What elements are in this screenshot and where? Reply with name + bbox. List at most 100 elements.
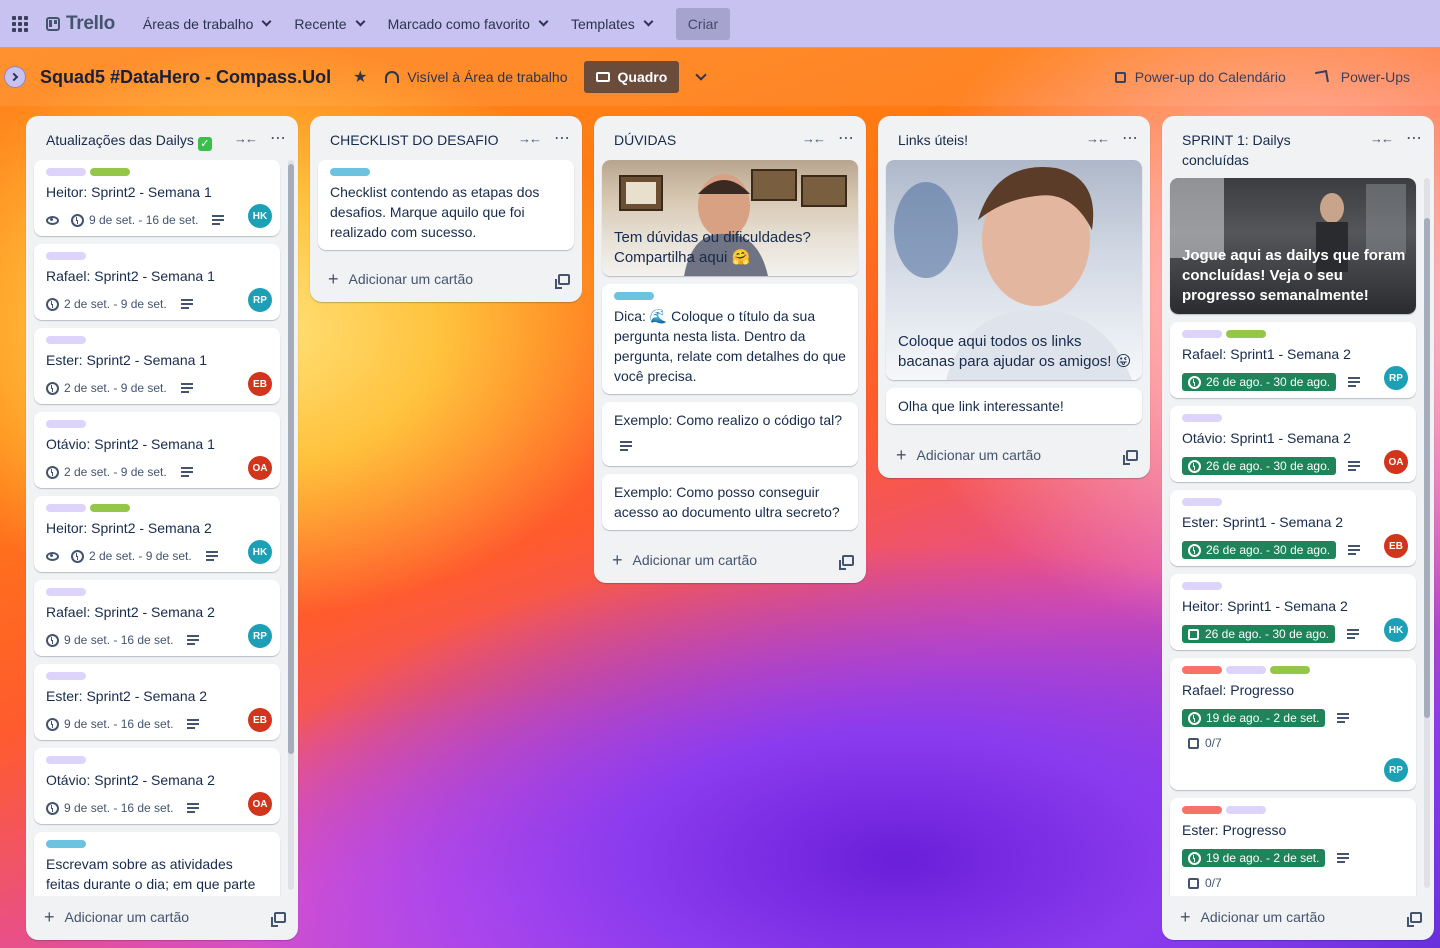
card[interactable]: Ester: Progresso 19 de ago. - 2 de set. … xyxy=(1170,798,1416,896)
collapse-icon[interactable]: →← xyxy=(1086,131,1110,146)
avatar[interactable]: HK xyxy=(248,204,272,228)
card[interactable]: Otávio: Sprint2 - Semana 1 2 de set. - 9… xyxy=(34,412,280,488)
cover-image: Jogue aqui as dailys que foram concluída… xyxy=(1170,178,1416,314)
list-title[interactable]: SPRINT 1: Dailys concluídas xyxy=(1182,130,1362,170)
avatar[interactable]: OA xyxy=(1384,450,1408,474)
card-template-icon[interactable] xyxy=(839,554,854,570)
templates-menu[interactable]: Templates xyxy=(559,8,664,40)
collapse-icon[interactable]: →← xyxy=(518,131,542,146)
label-purple xyxy=(46,168,86,176)
card[interactable]: Dica: 🌊 Coloque o título da sua pergunta… xyxy=(602,284,858,394)
calendar-powerup-button[interactable]: Power-up do Calendário xyxy=(1114,69,1286,85)
label-purple xyxy=(46,504,86,512)
add-card-button[interactable]: Adicionar um cartão xyxy=(65,909,274,925)
more-icon[interactable]: ⋯ xyxy=(270,130,286,148)
clock-icon xyxy=(46,717,59,731)
more-icon[interactable]: ⋯ xyxy=(554,130,570,148)
plus-icon: + xyxy=(1180,907,1191,927)
star-icon[interactable]: ★ xyxy=(353,67,367,87)
due-date-complete-badge[interactable]: 26 de ago. - 30 de ago. xyxy=(1182,625,1336,643)
scrollbar-thumb[interactable] xyxy=(1424,218,1430,718)
collapse-icon[interactable]: →← xyxy=(234,131,258,146)
top-nav: Trello Áreas de trabalho Recente Marcado… xyxy=(0,0,1440,48)
avatar[interactable]: RP xyxy=(248,624,272,648)
card[interactable]: Rafael: Sprint2 - Semana 2 9 de set. - 1… xyxy=(34,580,280,656)
label-purple xyxy=(1182,330,1222,338)
due-date-complete-badge[interactable]: 26 de ago. - 30 de ago. xyxy=(1182,541,1337,559)
label-blue xyxy=(46,840,86,848)
list-title[interactable]: CHECKLIST DO DESAFIO xyxy=(330,130,510,150)
add-card-button[interactable]: Adicionar um cartão xyxy=(917,447,1126,463)
powerups-button[interactable]: Power-Ups xyxy=(1314,69,1410,85)
avatar[interactable]: RP xyxy=(248,288,272,312)
label-purple xyxy=(46,588,86,596)
avatar[interactable]: RP xyxy=(1384,758,1408,782)
scrollbar[interactable] xyxy=(288,160,294,890)
add-card-button[interactable]: Adicionar um cartão xyxy=(349,271,558,287)
avatar[interactable]: OA xyxy=(248,456,272,480)
starred-menu[interactable]: Marcado como favorito xyxy=(376,8,559,40)
avatar[interactable]: EB xyxy=(248,708,272,732)
trello-logo[interactable]: Trello xyxy=(46,13,115,35)
more-icon[interactable]: ⋯ xyxy=(838,130,854,148)
card[interactable]: Rafael: Sprint1 - Semana 2 26 de ago. - … xyxy=(1170,322,1416,398)
card[interactable]: Otávio: Sprint1 - Semana 2 26 de ago. - … xyxy=(1170,406,1416,482)
avatar[interactable]: RP xyxy=(1384,366,1408,390)
more-icon[interactable]: ⋯ xyxy=(1406,130,1422,148)
collapse-icon[interactable]: →← xyxy=(1370,131,1394,146)
card[interactable]: Ester: Sprint2 - Semana 2 9 de set. - 16… xyxy=(34,664,280,740)
list-title[interactable]: Atualizações das Dailys ✓ xyxy=(46,130,226,151)
label-purple xyxy=(46,420,86,428)
description-icon xyxy=(1347,629,1360,639)
due-date-complete-badge[interactable]: 26 de ago. - 30 de ago. xyxy=(1182,457,1337,475)
card-template-icon[interactable] xyxy=(555,273,570,289)
list-title[interactable]: DÚVIDAS xyxy=(614,130,794,150)
card[interactable]: Otávio: Sprint2 - Semana 2 9 de set. - 1… xyxy=(34,748,280,824)
card[interactable]: Heitor: Sprint2 - Semana 2 2 de set. - 9… xyxy=(34,496,280,572)
recent-menu[interactable]: Recente xyxy=(282,8,375,40)
card[interactable]: Heitor: Sprint2 - Semana 1 9 de set. - 1… xyxy=(34,160,280,236)
cover-card[interactable]: Coloque aqui todos os links bacanas para… xyxy=(886,160,1142,380)
more-icon[interactable]: ⋯ xyxy=(1122,130,1138,148)
avatar[interactable]: EB xyxy=(1384,534,1408,558)
avatar[interactable]: OA xyxy=(248,792,272,816)
card[interactable]: Rafael: Sprint2 - Semana 1 2 de set. - 9… xyxy=(34,244,280,320)
card[interactable]: Rafael: Progresso 19 de ago. - 2 de set.… xyxy=(1170,658,1416,790)
card[interactable]: Ester: Sprint1 - Semana 2 26 de ago. - 3… xyxy=(1170,490,1416,566)
add-card-button[interactable]: Adicionar um cartão xyxy=(1201,909,1410,925)
card-template-icon[interactable] xyxy=(271,911,286,927)
avatar[interactable]: HK xyxy=(1384,618,1408,642)
card[interactable]: Checklist contendo as etapas dos desafio… xyxy=(318,160,574,250)
board-view-button[interactable]: Quadro xyxy=(583,61,680,93)
card[interactable]: Heitor: Sprint1 - Semana 2 26 de ago. - … xyxy=(1170,574,1416,650)
card[interactable]: Exemplo: Como posso conseguir acesso ao … xyxy=(602,474,858,530)
chevron-down-icon[interactable] xyxy=(695,69,707,81)
card[interactable]: Exemplo: Como realizo o código tal? xyxy=(602,402,858,466)
card-title: Olha que link interessante! xyxy=(898,398,1064,414)
list-title[interactable]: Links úteis! xyxy=(898,130,1078,150)
cover-card[interactable]: Tem dúvidas ou dificuldades? Compartilha… xyxy=(602,160,858,276)
due-date-complete-badge[interactable]: 19 de ago. - 2 de set. xyxy=(1182,849,1326,867)
due-date-complete-badge[interactable]: 26 de ago. - 30 de ago. xyxy=(1182,373,1337,391)
workspaces-menu[interactable]: Áreas de trabalho xyxy=(131,8,283,40)
scrollbar-thumb[interactable] xyxy=(288,164,294,754)
add-card-button[interactable]: Adicionar um cartão xyxy=(633,552,842,568)
avatar[interactable]: HK xyxy=(248,540,272,564)
card[interactable]: Ester: Sprint2 - Semana 1 2 de set. - 9 … xyxy=(34,328,280,404)
card-title: Heitor: Sprint2 - Semana 2 xyxy=(46,520,212,536)
card[interactable]: Escrevam sobre as atividades feitas dura… xyxy=(34,832,280,896)
sidebar-toggle-button[interactable] xyxy=(4,66,26,88)
board-title[interactable]: Squad5 #DataHero - Compass.Uol xyxy=(40,67,331,88)
visibility-button[interactable]: Visível à Área de trabalho xyxy=(385,69,568,85)
avatar[interactable]: EB xyxy=(248,372,272,396)
card-template-icon[interactable] xyxy=(1123,449,1138,465)
cover-card[interactable]: Jogue aqui as dailys que foram concluída… xyxy=(1170,178,1416,314)
checklist-icon xyxy=(1188,737,1199,749)
card-template-icon[interactable] xyxy=(1407,911,1422,927)
collapse-icon[interactable]: →← xyxy=(802,131,826,146)
create-button[interactable]: Criar xyxy=(675,7,731,40)
app-switcher-icon[interactable] xyxy=(12,14,32,34)
due-date-complete-badge[interactable]: 19 de ago. - 2 de set. xyxy=(1182,709,1326,727)
card[interactable]: Olha que link interessante! xyxy=(886,388,1142,424)
scrollbar[interactable] xyxy=(1424,178,1430,888)
